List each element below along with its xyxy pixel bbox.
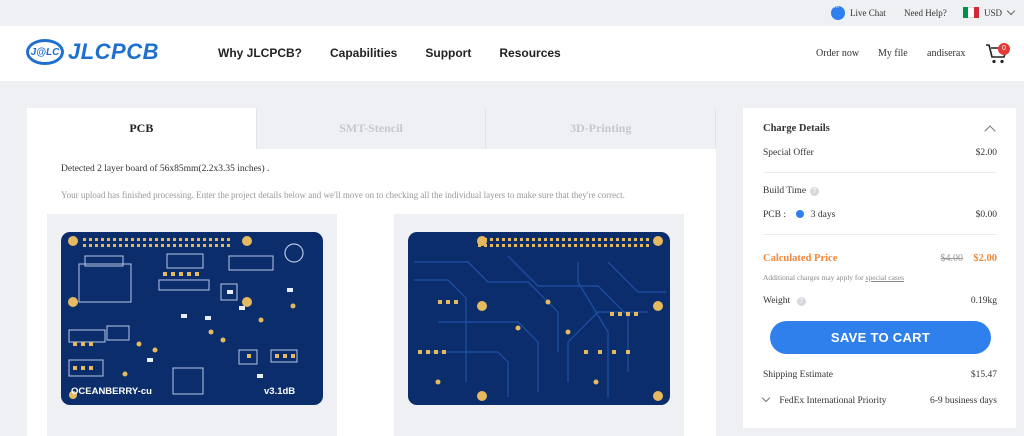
charge-details-title: Charge Details <box>763 123 830 134</box>
jlcpcb-logo[interactable]: J@LC JLCPCB <box>26 39 159 65</box>
divider <box>763 234 997 235</box>
tab-smt-stencil[interactable]: SMT-Stencil <box>256 108 487 149</box>
product-tabs: PCB SMT-Stencil 3D-Printing <box>27 108 717 149</box>
pcb-build-time: 3 days <box>810 210 836 220</box>
upload-panel: PCB SMT-Stencil 3D-Printing Detected 2 l… <box>27 108 717 436</box>
chat-bubble-icon <box>831 3 845 20</box>
special-offer-value: $2.00 <box>975 148 997 158</box>
help-icon[interactable]: ? <box>810 186 820 196</box>
special-offer-row: Special Offer $2.00 <box>763 148 997 158</box>
order-now-link[interactable]: Order now <box>816 48 859 59</box>
currency-label: USD <box>984 7 1003 18</box>
shipping-estimate-value: $15.47 <box>970 370 997 380</box>
build-time-row: Build Time ? <box>763 186 997 196</box>
board-version-label: v3.1dB <box>264 386 295 397</box>
cart-count-badge: 0 <box>998 43 1010 55</box>
weight-value: 0.19kg <box>970 296 997 306</box>
build-time-label: Build Time <box>763 186 807 196</box>
pcb-top-image: OCEANBERRY-cu v3.1dB <box>61 232 323 405</box>
my-file-link[interactable]: My file <box>878 48 908 59</box>
additional-charges-note: Additional charges may apply for special… <box>763 273 905 282</box>
chevron-down-icon <box>1006 6 1016 16</box>
save-to-cart-button[interactable]: SAVE TO CART <box>770 321 991 354</box>
detected-board-text: Detected 2 layer board of 56x85mm(2.2x3.… <box>61 164 270 174</box>
tab-3d-printing[interactable]: 3D-Printing <box>486 108 717 149</box>
pcb-bottom-preview <box>394 214 684 436</box>
pcb-label: PCB : <box>763 210 786 220</box>
chevron-down-icon[interactable] <box>761 393 771 403</box>
special-cases-link[interactable]: special cases <box>866 273 905 282</box>
nav-why-jlcpcb[interactable]: Why JLCPCB? <box>218 46 302 60</box>
upload-status-text: Your upload has finished processing. Ent… <box>61 190 625 200</box>
pcb-top-preview: OCEANBERRY-cu v3.1dB <box>47 214 337 436</box>
shipping-method-row[interactable]: FedEx International Priority 6-9 busines… <box>761 393 997 406</box>
top-utility-bar: Live Chat Need Help? USD <box>0 0 1024 26</box>
user-account-link[interactable]: andiserax <box>927 48 965 59</box>
shipping-carrier: FedEx International Priority <box>779 396 887 406</box>
live-chat-link[interactable]: Live Chat <box>831 3 886 20</box>
charge-details-panel: Charge Details Special Offer $2.00 Build… <box>743 108 1016 428</box>
board-name-label: OCEANBERRY-cu <box>71 386 152 397</box>
charge-details-header[interactable]: Charge Details <box>763 122 997 137</box>
chevron-up-icon[interactable] <box>984 125 996 137</box>
special-offer-label: Special Offer <box>763 148 814 158</box>
help-icon[interactable]: ? <box>796 297 806 306</box>
logo-mark: J@LC <box>26 39 64 65</box>
pcb-bottom-image <box>408 232 670 405</box>
discounted-price: $2.00 <box>973 253 997 264</box>
main-nav: Why JLCPCB? Capabilities Support Resourc… <box>218 46 589 60</box>
divider <box>763 172 997 173</box>
nav-support[interactable]: Support <box>425 46 471 60</box>
original-price: $4.00 <box>940 253 964 264</box>
weight-row: Weight ? 0.19kg <box>763 296 997 306</box>
delivery-time: 6-9 business days <box>929 395 997 406</box>
pcb-build-value: $0.00 <box>975 210 997 220</box>
calculated-price-row: Calculated Price $4.00 $2.00 <box>763 253 997 264</box>
shipping-estimate-label: Shipping Estimate <box>763 370 833 380</box>
currency-selector[interactable]: USD <box>963 6 1016 18</box>
weight-label: Weight <box>763 296 791 306</box>
italy-flag-icon <box>963 7 979 18</box>
need-help-link[interactable]: Need Help? <box>904 8 947 18</box>
calculated-price-label: Calculated Price <box>763 253 838 264</box>
main-header: J@LC JLCPCB Why JLCPCB? Capabilities Sup… <box>0 26 1024 81</box>
nav-capabilities[interactable]: Capabilities <box>330 46 397 60</box>
shipping-estimate-row: Shipping Estimate $15.47 <box>763 370 997 380</box>
pcb-build-row: PCB : 3 days $0.00 <box>763 210 997 220</box>
live-chat-label: Live Chat <box>850 8 886 18</box>
tab-pcb[interactable]: PCB <box>27 108 257 149</box>
radio-selected-icon[interactable] <box>796 210 805 218</box>
logo-text: JLCPCB <box>68 39 160 64</box>
nav-resources[interactable]: Resources <box>499 46 560 60</box>
